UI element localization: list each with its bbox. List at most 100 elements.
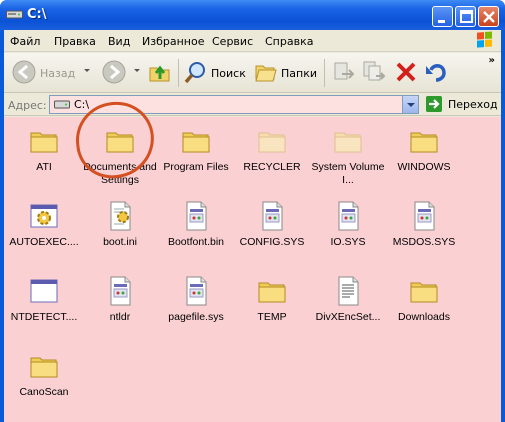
file-item[interactable]: DivXEncSet...: [310, 275, 386, 347]
undo-button[interactable]: [424, 58, 450, 88]
menu-favorites[interactable]: Избранное: [142, 35, 204, 48]
title-bar[interactable]: C:\: [0, 0, 505, 30]
delete-icon: [396, 62, 416, 82]
folder-icon: [180, 125, 212, 157]
file-label: ATI: [36, 161, 52, 173]
file-item[interactable]: Program Files: [158, 125, 234, 197]
address-value: C:\: [74, 98, 90, 111]
forward-dropdown-icon[interactable]: [134, 69, 140, 72]
system-file-icon: [256, 200, 288, 232]
toolbar-separator: [324, 59, 325, 87]
address-label: Адрес:: [8, 99, 47, 112]
minimize-button[interactable]: [432, 6, 453, 27]
menu-file[interactable]: Файл: [10, 35, 40, 48]
file-label: CONFIG.SYS: [239, 236, 305, 248]
system-file-icon: [180, 275, 212, 307]
delete-button[interactable]: [394, 58, 418, 88]
system-file-icon: [104, 275, 136, 307]
system-file-icon: [332, 200, 364, 232]
client-area: Файл Правка Вид Избранное Сервис Справка…: [4, 30, 501, 422]
file-item[interactable]: pagefile.sys: [158, 275, 234, 347]
back-button[interactable]: Назад: [12, 58, 75, 88]
folder-icon: [332, 125, 364, 157]
move-to-icon: [334, 62, 355, 80]
file-item[interactable]: Downloads: [386, 275, 462, 347]
file-item[interactable]: AUTOEXEC....: [6, 200, 82, 272]
file-item[interactable]: WINDOWS: [386, 125, 462, 197]
forward-arrow-icon: [102, 60, 126, 84]
app-window-icon: [28, 275, 60, 307]
back-dropdown-icon[interactable]: [84, 69, 90, 72]
undo-icon: [426, 64, 446, 82]
folder-icon: [408, 275, 440, 307]
close-button[interactable]: [478, 6, 499, 27]
file-item[interactable]: RECYCLER: [234, 125, 310, 197]
file-item[interactable]: ATI: [6, 125, 82, 197]
window-title: C:\: [27, 7, 47, 22]
file-item[interactable]: Bootfont.bin: [158, 200, 234, 272]
folder-icon: [408, 125, 440, 157]
file-label: WINDOWS: [397, 161, 451, 173]
menu-tools[interactable]: Сервис: [212, 35, 253, 48]
toolbar: Назад Поиск Папки »: [4, 53, 501, 93]
back-arrow-icon: [12, 60, 36, 84]
up-folder-icon: [149, 65, 170, 82]
move-to-button[interactable]: [332, 58, 358, 88]
folder-icon: [28, 350, 60, 382]
maximize-button[interactable]: [455, 6, 476, 27]
folders-label: Папки: [281, 67, 317, 80]
search-button[interactable]: Поиск: [184, 58, 248, 88]
file-item[interactable]: NTDETECT....: [6, 275, 82, 347]
file-label: CanoScan: [19, 386, 69, 398]
file-item[interactable]: CONFIG.SYS: [234, 200, 310, 272]
go-button[interactable]: Переход: [424, 96, 498, 114]
file-label: ntldr: [109, 311, 131, 323]
minimize-icon: [438, 20, 445, 23]
address-bar: Адрес: C:\ Переход: [4, 94, 501, 116]
menu-help[interactable]: Справка: [265, 35, 313, 48]
folders-button[interactable]: Папки: [254, 58, 317, 88]
close-icon: [483, 11, 495, 23]
drive-icon: [54, 100, 70, 109]
text-file-icon: [332, 275, 364, 307]
drive-icon: [6, 10, 23, 19]
windows-logo-icon: [477, 31, 492, 48]
forward-button[interactable]: [102, 58, 130, 88]
file-item[interactable]: CanoScan: [6, 350, 82, 422]
address-dropdown-button[interactable]: [402, 96, 418, 113]
file-label: pagefile.sys: [168, 311, 224, 323]
file-label: Bootfont.bin: [167, 236, 225, 248]
folder-icon: [256, 125, 288, 157]
file-label: NTDETECT....: [10, 311, 78, 323]
folder-icon: [256, 275, 288, 307]
toolbar-overflow-icon[interactable]: »: [489, 55, 495, 66]
copy-to-icon: [363, 61, 386, 81]
menu-edit[interactable]: Правка: [54, 35, 96, 48]
settings-file-icon: [104, 200, 136, 232]
gear-window-icon: [28, 200, 60, 232]
file-label: boot.ini: [103, 236, 137, 248]
file-label: TEMP: [257, 311, 287, 323]
file-item[interactable]: IO.SYS: [310, 200, 386, 272]
file-item[interactable]: boot.ini: [82, 200, 158, 272]
file-label: RECYCLER: [243, 161, 301, 173]
go-label: Переход: [448, 98, 498, 111]
folder-icon: [28, 125, 60, 157]
menu-bar: Файл Правка Вид Избранное Сервис Справка: [4, 30, 501, 52]
menu-view[interactable]: Вид: [108, 35, 130, 48]
file-label: Downloads: [398, 311, 450, 323]
file-item[interactable]: TEMP: [234, 275, 310, 347]
file-item[interactable]: MSDOS.SYS: [386, 200, 462, 272]
file-item[interactable]: ntldr: [82, 275, 158, 347]
folders-icon: [255, 65, 277, 82]
file-list: ATI Documents and Settings Program Files…: [4, 117, 501, 422]
explorer-window: C:\ Файл Правка Вид Избранное Сервис Спр…: [0, 0, 505, 422]
toolbar-separator: [178, 59, 179, 87]
file-label: Program Files: [163, 161, 229, 173]
search-label: Поиск: [211, 67, 246, 80]
up-folder-button[interactable]: [148, 58, 174, 88]
system-file-icon: [408, 200, 440, 232]
file-label: DivXEncSet...: [315, 311, 381, 323]
file-item[interactable]: System Volume I...: [310, 125, 386, 197]
copy-to-button[interactable]: [362, 58, 388, 88]
